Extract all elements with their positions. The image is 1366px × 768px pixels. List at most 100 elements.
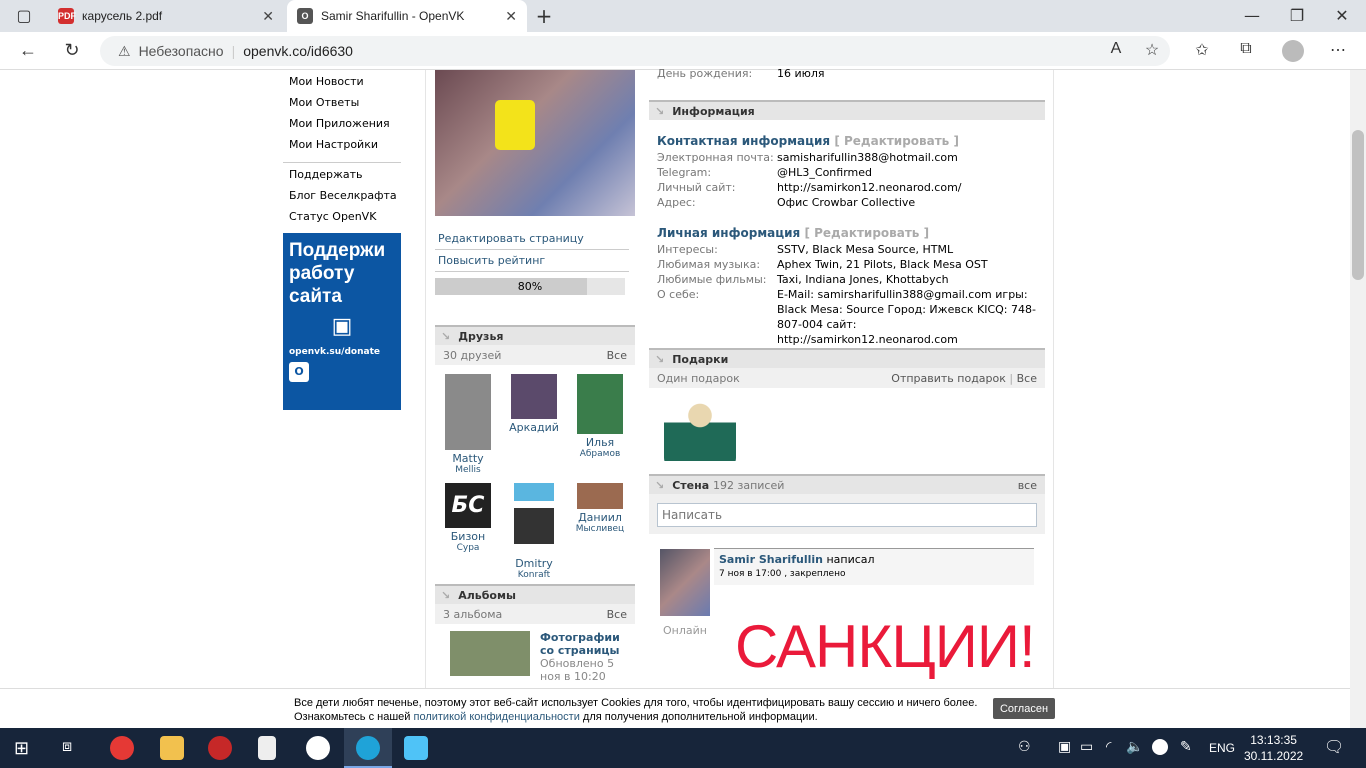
privacy-policy-link[interactable]: политикой конфиденциальности xyxy=(414,711,580,723)
back-icon[interactable]: ← xyxy=(16,40,40,61)
friend-avatar xyxy=(445,374,491,450)
add-favorite-icon[interactable]: ☆ xyxy=(1140,40,1164,60)
gifts-all-link[interactable]: Все xyxy=(1017,372,1037,385)
donate-banner[interactable]: Поддержи работу сайта ▣ openvk.su/donate… xyxy=(283,233,401,410)
security-tray-icon[interactable]: ▣ xyxy=(1058,738,1071,755)
birthday-label: День рождения: xyxy=(657,67,753,80)
post-image[interactable]: САНКЦИИ! xyxy=(735,612,1036,682)
left-menu: Мои Новости Мои Ответы Мои Приложения Мо… xyxy=(283,75,401,231)
info-row: Личный сайт: http://samirkon12.neonarod.c… xyxy=(657,180,1037,195)
friend-item[interactable]: Илья Абрамов xyxy=(570,374,630,459)
battery-icon[interactable]: ▭ xyxy=(1080,738,1093,755)
people-icon[interactable]: ⚇ xyxy=(1018,738,1031,755)
tab-pdf[interactable]: PDF карусель 2.pdf ✕ xyxy=(48,0,284,32)
albums-all-link[interactable]: Все xyxy=(607,608,627,621)
clock[interactable]: 13:13:35 30.11.2022 xyxy=(1244,732,1303,764)
profile-photo[interactable] xyxy=(435,70,635,216)
edge-taskbar-button[interactable] xyxy=(344,728,392,768)
date: 30.11.2022 xyxy=(1244,749,1304,763)
friends-all-link[interactable]: Все xyxy=(607,349,627,362)
paint-icon[interactable] xyxy=(404,736,428,760)
album-cover[interactable] xyxy=(450,631,530,676)
album-name[interactable]: Фотографии со страницы xyxy=(540,631,632,657)
friend-name: Илья xyxy=(585,436,615,449)
restore-icon[interactable]: ❐ xyxy=(1285,6,1309,25)
volume-icon[interactable]: 🔈 xyxy=(1126,738,1143,755)
wall-block: ↘ Стена 192 записей все xyxy=(649,474,1045,534)
friend-name: Даниил xyxy=(578,511,622,524)
friend-item[interactable]: Dmitry Konraft xyxy=(504,483,564,580)
collections-icon[interactable]: ⧉ xyxy=(1234,40,1258,58)
info-value: @HL3_Confirmed xyxy=(777,166,873,179)
separator: | xyxy=(1009,371,1014,385)
wall-all-link[interactable]: все xyxy=(1018,479,1037,492)
edit-page-link[interactable]: Редактировать страницу xyxy=(435,228,629,250)
info-value: SSTV, Black Mesa Source, HTML xyxy=(777,243,954,256)
time: 13:13:35 xyxy=(1250,733,1297,747)
close-icon[interactable]: ✕ xyxy=(505,8,517,25)
more-icon[interactable]: ⋯ xyxy=(1326,40,1350,60)
pen-icon[interactable]: ✎ xyxy=(1180,738,1192,755)
divider xyxy=(1053,70,1054,688)
edit-personal-link[interactable]: [ Редактировать ] xyxy=(804,226,929,240)
task-view-icon[interactable]: ⧈ xyxy=(62,738,72,756)
arrow-icon: ↘ xyxy=(655,352,665,366)
divider xyxy=(283,162,401,163)
menu-status[interactable]: Статус OpenVK xyxy=(289,210,401,231)
info-header[interactable]: ↘ Информация xyxy=(649,100,1045,120)
minimize-icon[interactable]: — xyxy=(1240,6,1264,25)
close-icon[interactable]: ✕ xyxy=(262,8,274,25)
menu-news[interactable]: Мои Новости xyxy=(289,75,401,96)
notifications-icon[interactable]: 🗨 xyxy=(1324,737,1344,757)
warning-icon: ⚠ xyxy=(118,42,131,59)
reload-icon[interactable]: ↻ xyxy=(60,40,84,61)
edge-icon xyxy=(356,736,380,760)
read-aloud-icon[interactable]: A xyxy=(1104,40,1128,58)
profile-avatar[interactable] xyxy=(1282,40,1304,62)
post-author-avatar[interactable] xyxy=(660,549,710,616)
menu-blog[interactable]: Блог Веселкрафта xyxy=(289,189,401,210)
browser-tab-bar: ▢ PDF карусель 2.pdf ✕ O Samir Sharifull… xyxy=(0,0,1366,32)
friend-item[interactable]: Аркадий xyxy=(504,374,564,434)
send-gift-link[interactable]: Отправить подарок xyxy=(891,372,1006,385)
gifts-header[interactable]: ↘ Подарки xyxy=(649,348,1045,368)
app-icon[interactable] xyxy=(208,736,232,760)
edit-contact-link[interactable]: [ Редактировать ] xyxy=(834,134,959,148)
scrollbar[interactable] xyxy=(1350,70,1366,728)
windows-start-icon[interactable]: ⊞ xyxy=(14,738,29,759)
menu-apps[interactable]: Мои Приложения xyxy=(289,117,401,138)
yandex-browser-icon[interactable] xyxy=(306,736,330,760)
friends-header[interactable]: ↘ Друзья xyxy=(435,325,635,345)
friend-item[interactable]: Даниил Мысливец xyxy=(570,483,630,534)
tab-actions-icon[interactable]: ▢ xyxy=(12,6,36,25)
new-tab-icon[interactable]: + xyxy=(532,4,556,28)
post-author-link[interactable]: Samir Sharifullin xyxy=(719,553,823,566)
arrow-icon: ↘ xyxy=(441,329,451,343)
address-bar: ← ↻ ⚠ Небезопасно | openvk.co/id6630 A ☆… xyxy=(0,32,1366,70)
albums-header[interactable]: ↘ Альбомы xyxy=(435,584,635,604)
favorites-icon[interactable]: ✩ xyxy=(1190,40,1214,60)
wall-count: 192 записей xyxy=(713,478,785,492)
gift-image[interactable] xyxy=(664,398,736,468)
boost-rating-link[interactable]: Повысить рейтинг xyxy=(435,250,629,272)
friend-item[interactable]: БС Бизон Сура xyxy=(438,483,498,553)
tab-openvk[interactable]: O Samir Sharifullin - OpenVK ✕ xyxy=(287,0,527,32)
menu-answers[interactable]: Мои Ответы xyxy=(289,96,401,117)
wall-header[interactable]: ↘ Стена 192 записей все xyxy=(649,474,1045,494)
url-field[interactable]: ⚠ Небезопасно | openvk.co/id6630 xyxy=(100,36,1170,66)
language-indicator[interactable]: ENG xyxy=(1209,741,1235,755)
album-updated: Обновлено 5 ноя в 10:20 xyxy=(540,657,615,683)
post-meta[interactable]: 7 ноя в 17:00 , закреплено xyxy=(719,569,1029,579)
menu-settings[interactable]: Мои Настройки xyxy=(289,138,401,159)
yandex-tray-icon[interactable] xyxy=(1152,739,1168,755)
friend-item[interactable]: Matty Mellis xyxy=(438,374,498,475)
document-icon[interactable] xyxy=(258,736,276,760)
yandex-app-icon[interactable] xyxy=(110,736,134,760)
wall-post-input[interactable] xyxy=(657,503,1037,527)
close-window-icon[interactable]: ✕ xyxy=(1330,6,1354,25)
file-explorer-icon[interactable] xyxy=(160,736,184,760)
wifi-icon[interactable]: ◜ xyxy=(1106,738,1111,755)
accept-cookies-button[interactable]: Согласен xyxy=(993,698,1055,719)
menu-donate[interactable]: Поддержать xyxy=(289,168,401,189)
scrollbar-thumb[interactable] xyxy=(1352,130,1364,280)
